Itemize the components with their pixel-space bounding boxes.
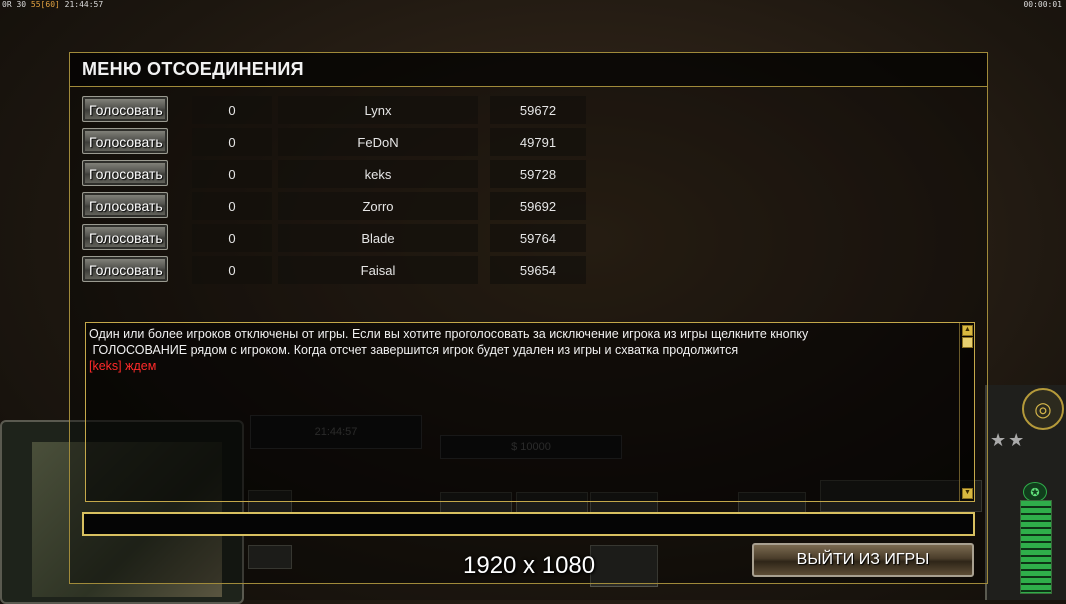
vote-button[interactable]: Голосовать	[82, 256, 168, 282]
player-row: Голосовать 0 keks 59728	[82, 160, 602, 188]
dialog-title: МЕНЮ ОТСОЕДИНЕНИЯ	[82, 59, 304, 79]
player-vote-count: 0	[192, 192, 272, 220]
player-row: Голосовать 0 FeDoN 49791	[82, 128, 602, 156]
scroll-up-icon[interactable]: ▲	[962, 325, 973, 336]
hud-clock: 21:44:57	[64, 0, 104, 9]
player-name: Faisal	[278, 256, 478, 284]
player-id: 59654	[490, 256, 586, 284]
player-name: FeDoN	[278, 128, 478, 156]
message-log[interactable]: Один или более игроков отключены от игры…	[85, 322, 975, 502]
dialog-header: МЕНЮ ОТСОЕДИНЕНИЯ	[70, 53, 987, 87]
player-row: Голосовать 0 Faisal 59654	[82, 256, 602, 284]
rank-stars: ★★	[990, 430, 1027, 450]
message-line: ГОЛОСОВАНИЕ рядом с игроком. Когда отсче…	[89, 343, 739, 357]
player-row: Голосовать 0 Zorro 59692	[82, 192, 602, 220]
hud-fps-readout: 0R 30 55[60] 21:44:57	[2, 0, 103, 10]
chat-input[interactable]	[82, 512, 975, 536]
player-vote-count: 0	[192, 128, 272, 156]
player-row: Голосовать 0 Blade 59764	[82, 224, 602, 252]
radar-icon[interactable]: ◎	[1022, 388, 1064, 430]
message-log-text: Один или более игроков отключены от игры…	[89, 326, 957, 374]
vote-button[interactable]: Голосовать	[82, 192, 168, 218]
power-meter	[1020, 500, 1052, 594]
hud-prefix: 0R 30	[2, 0, 27, 9]
player-name: keks	[278, 160, 478, 188]
player-vote-count: 0	[192, 256, 272, 284]
power-icon: ✪	[1023, 482, 1047, 502]
player-name: Blade	[278, 224, 478, 252]
vote-button[interactable]: Голосовать	[82, 224, 168, 250]
message-scrollbar[interactable]: ▲ ▼	[959, 323, 974, 501]
vote-button[interactable]: Голосовать	[82, 160, 168, 186]
player-id: 59672	[490, 96, 586, 124]
player-id: 59728	[490, 160, 586, 188]
message-line: Один или более игроков отключены от игры…	[89, 327, 809, 341]
player-row: Голосовать 0 Lynx 59672	[82, 96, 602, 124]
scroll-thumb[interactable]	[962, 337, 973, 348]
player-id: 59692	[490, 192, 586, 220]
scroll-down-icon[interactable]: ▼	[962, 488, 973, 499]
chat-message: [keks] ждем	[89, 359, 157, 373]
player-id: 59764	[490, 224, 586, 252]
hud-fps: 55[60]	[30, 0, 60, 9]
hud-game-timer: 00:00:01	[1023, 0, 1062, 9]
vote-button[interactable]: Голосовать	[82, 96, 168, 122]
exit-game-button[interactable]: ВЫЙТИ ИЗ ИГРЫ	[752, 543, 974, 577]
player-name: Zorro	[278, 192, 478, 220]
player-id: 49791	[490, 128, 586, 156]
player-name: Lynx	[278, 96, 478, 124]
player-vote-count: 0	[192, 224, 272, 252]
player-vote-count: 0	[192, 160, 272, 188]
resolution-label: 1920 x 1080	[463, 552, 596, 579]
player-vote-count: 0	[192, 96, 272, 124]
vote-button[interactable]: Голосовать	[82, 128, 168, 154]
